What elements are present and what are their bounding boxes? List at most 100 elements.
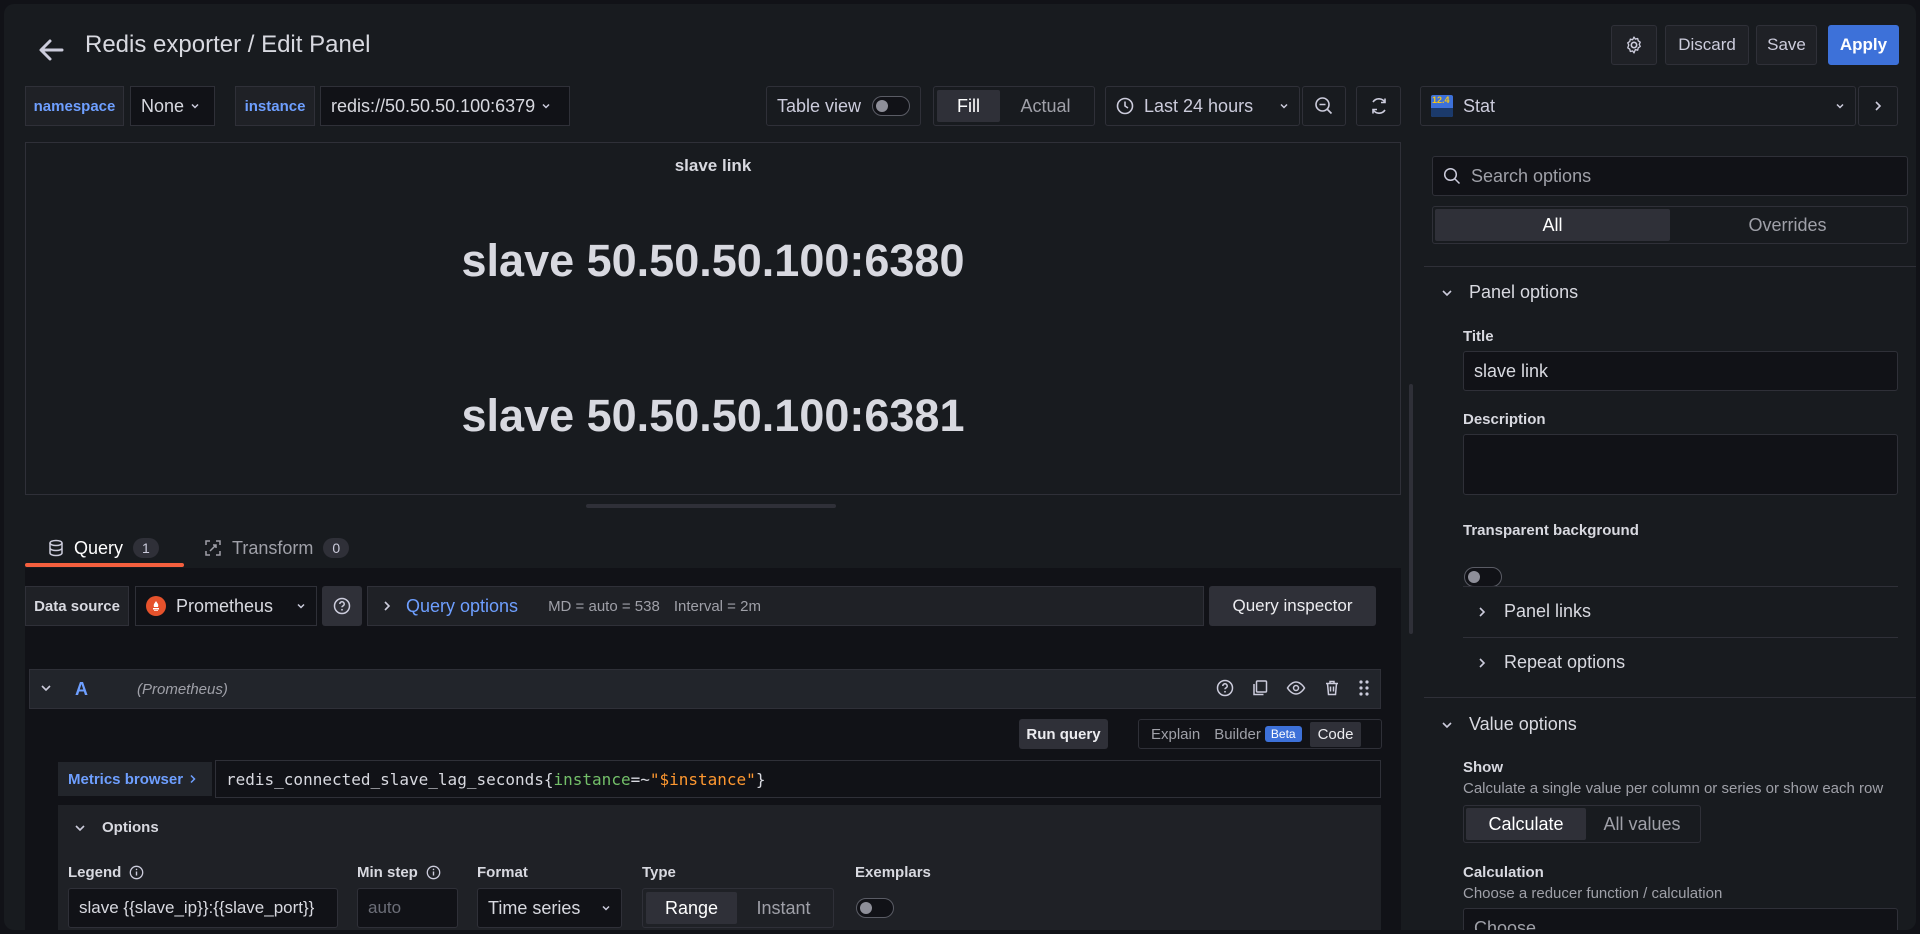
expr-close-brace: } xyxy=(755,769,766,789)
all-values-button[interactable]: All values xyxy=(1586,814,1698,835)
tab-query-label: Query xyxy=(74,537,124,558)
format-select[interactable]: Time series xyxy=(477,888,622,928)
tab-all[interactable]: All xyxy=(1435,209,1670,241)
transparent-background-toggle[interactable] xyxy=(1464,567,1502,587)
active-tab-underline xyxy=(25,563,184,567)
stat-value: slave 50.50.50.100:6380 xyxy=(461,235,965,286)
options-tabs: All Overrides xyxy=(1432,206,1908,244)
visualization-label: Stat xyxy=(1463,95,1496,116)
splitter-handle[interactable] xyxy=(586,504,836,508)
collapse-query-chevron-icon[interactable] xyxy=(40,682,52,694)
chevron-down-icon xyxy=(1441,719,1453,731)
repeat-options-header[interactable]: Repeat options xyxy=(1476,652,1625,673)
options-collapse[interactable]: Options xyxy=(74,819,159,836)
chevron-down-icon xyxy=(601,903,611,913)
info-circle-icon[interactable] xyxy=(129,865,144,880)
explain-toggle[interactable]: Explain xyxy=(1141,726,1210,743)
description-textarea[interactable] xyxy=(1463,434,1898,495)
panel-preview: slave link slave 50.50.50.100:6380 slave… xyxy=(25,142,1401,495)
run-query-button[interactable]: Run query xyxy=(1019,719,1108,749)
variable-select-namespace[interactable]: None xyxy=(130,86,215,126)
interval-info: Interval = 2m xyxy=(673,597,761,615)
collapse-options-button[interactable] xyxy=(1858,86,1898,126)
drag-handle-icon[interactable] xyxy=(1358,679,1370,697)
duplicate-icon[interactable] xyxy=(1251,679,1269,697)
query-count-badge: 1 xyxy=(133,538,159,558)
metrics-browser-button[interactable]: Metrics browser xyxy=(58,762,212,796)
panel-links-header[interactable]: Panel links xyxy=(1476,601,1591,622)
instant-button[interactable]: Instant xyxy=(737,898,830,919)
chevron-down-icon xyxy=(190,101,200,111)
fill-button[interactable]: Fill xyxy=(937,90,1000,122)
calculate-button[interactable]: Calculate xyxy=(1466,808,1586,840)
back-arrow-icon[interactable] xyxy=(32,30,72,70)
tab-query[interactable]: Query 1 xyxy=(48,528,159,568)
stat-viz-icon: 12.4 xyxy=(1431,95,1453,117)
preview-panel-title: slave link xyxy=(674,156,752,175)
eye-icon[interactable] xyxy=(1286,679,1306,697)
table-view-toggle-group: Table view xyxy=(766,86,921,126)
title-field-label: Title xyxy=(1463,328,1494,345)
save-button[interactable]: Save xyxy=(1756,25,1817,65)
range-button[interactable]: Range xyxy=(646,892,737,924)
builder-mode-button[interactable]: Builder xyxy=(1210,726,1265,743)
query-ref-id[interactable]: A xyxy=(75,679,88,700)
prometheus-icon xyxy=(146,596,166,616)
variable-value-instance: redis://50.50.50.100:6379 xyxy=(331,95,536,116)
query-inspector-button[interactable]: Query inspector xyxy=(1209,586,1376,626)
title-input[interactable]: slave link xyxy=(1463,351,1898,391)
chevron-right-icon xyxy=(1476,606,1488,618)
value-options-header[interactable]: Value options xyxy=(1441,714,1577,735)
gear-icon xyxy=(1624,35,1644,55)
query-options-bar[interactable]: Query options MD = auto = 538 Interval =… xyxy=(367,586,1204,626)
metrics-browser-label: Metrics browser xyxy=(68,770,184,788)
zoom-out-button[interactable] xyxy=(1302,86,1346,126)
calculation-label: Calculation xyxy=(1463,864,1544,881)
chevron-down-icon xyxy=(296,601,306,611)
chevron-down-icon xyxy=(1441,287,1453,299)
divider xyxy=(1424,697,1916,698)
table-view-toggle[interactable] xyxy=(872,96,910,116)
exemplars-toggle[interactable] xyxy=(856,898,894,918)
discard-button[interactable]: Discard xyxy=(1665,25,1749,65)
page-title: Redis exporter / Edit Panel xyxy=(85,31,371,58)
time-range-picker[interactable]: Last 24 hours xyxy=(1105,86,1300,126)
chevron-right-icon xyxy=(1873,100,1883,112)
editor-scrollbar[interactable] xyxy=(1409,384,1413,634)
database-icon xyxy=(48,539,64,557)
variable-label-instance: instance xyxy=(235,86,315,126)
apply-button[interactable]: Apply xyxy=(1828,25,1899,65)
chevron-right-icon xyxy=(1476,657,1488,669)
promql-expression-input[interactable]: redis_connected_slave_lag_seconds{instan… xyxy=(215,760,1381,798)
description-field-label: Description xyxy=(1463,411,1546,428)
tab-transform[interactable]: Transform 0 xyxy=(204,528,350,568)
divider xyxy=(1463,637,1898,638)
chevron-down-icon xyxy=(1279,101,1289,111)
min-step-input[interactable]: auto xyxy=(357,888,458,928)
trash-icon[interactable] xyxy=(1323,679,1341,697)
question-circle-icon[interactable] xyxy=(1216,679,1234,697)
exemplars-label: Exemplars xyxy=(855,864,931,881)
refresh-button[interactable] xyxy=(1356,86,1401,126)
variable-label-namespace: namespace xyxy=(25,86,124,126)
query-row-actions xyxy=(1216,679,1370,697)
table-view-label: Table view xyxy=(777,95,862,116)
divider xyxy=(1424,266,1916,267)
variable-select-instance[interactable]: redis://50.50.50.100:6379 xyxy=(320,86,570,126)
datasource-help-button[interactable] xyxy=(322,586,362,626)
datasource-picker[interactable]: Prometheus xyxy=(135,586,317,626)
search-options-field[interactable]: Search options xyxy=(1432,156,1908,196)
tab-overrides[interactable]: Overrides xyxy=(1670,215,1905,236)
code-mode-button[interactable]: Code xyxy=(1309,721,1362,747)
calculation-select[interactable]: Choose xyxy=(1463,908,1898,930)
settings-button[interactable] xyxy=(1611,25,1657,65)
visualization-picker[interactable]: 12.4 Stat xyxy=(1420,86,1856,126)
tab-transform-label: Transform xyxy=(232,537,314,558)
search-options-placeholder: Search options xyxy=(1471,165,1592,186)
info-circle-icon[interactable] xyxy=(426,865,441,880)
legend-input[interactable]: slave {{slave_ip}}:{{slave_port}} xyxy=(68,888,338,928)
expr-label-key: instance xyxy=(553,769,631,789)
divider xyxy=(1463,586,1898,587)
panel-options-header[interactable]: Panel options xyxy=(1441,282,1578,303)
actual-button[interactable]: Actual xyxy=(1000,96,1091,117)
